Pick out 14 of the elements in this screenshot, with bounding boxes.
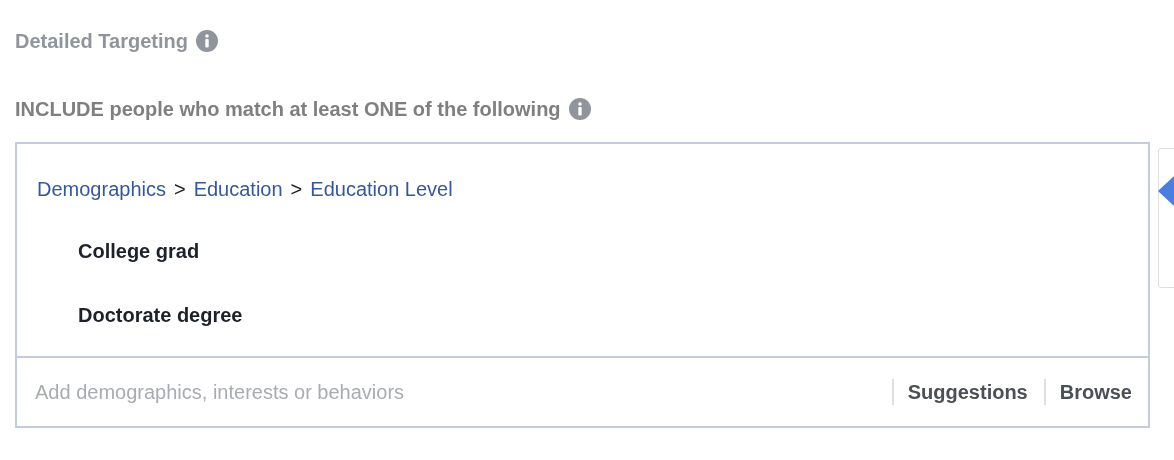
info-icon[interactable]: [568, 98, 591, 120]
info-icon[interactable]: [196, 30, 218, 52]
breadcrumb-link[interactable]: Education: [193, 178, 283, 200]
breadcrumb-link[interactable]: Education Level: [310, 178, 453, 200]
selected-item: Doctorate degree: [78, 303, 244, 328]
section-title: Detailed Targeting: [15, 29, 188, 54]
breadcrumb-link[interactable]: Demographics: [37, 178, 166, 200]
pointer-icon: [1158, 176, 1174, 206]
include-heading: INCLUDE people who match at least ONE of the following: [15, 97, 561, 122]
action-button[interactable]: Browse: [1043, 379, 1132, 405]
breadcrumb-separator: >: [290, 178, 303, 200]
selected-item: College grad: [78, 239, 201, 264]
action-button[interactable]: Suggestions: [891, 379, 1028, 405]
breadcrumb-separator: >: [173, 178, 186, 200]
